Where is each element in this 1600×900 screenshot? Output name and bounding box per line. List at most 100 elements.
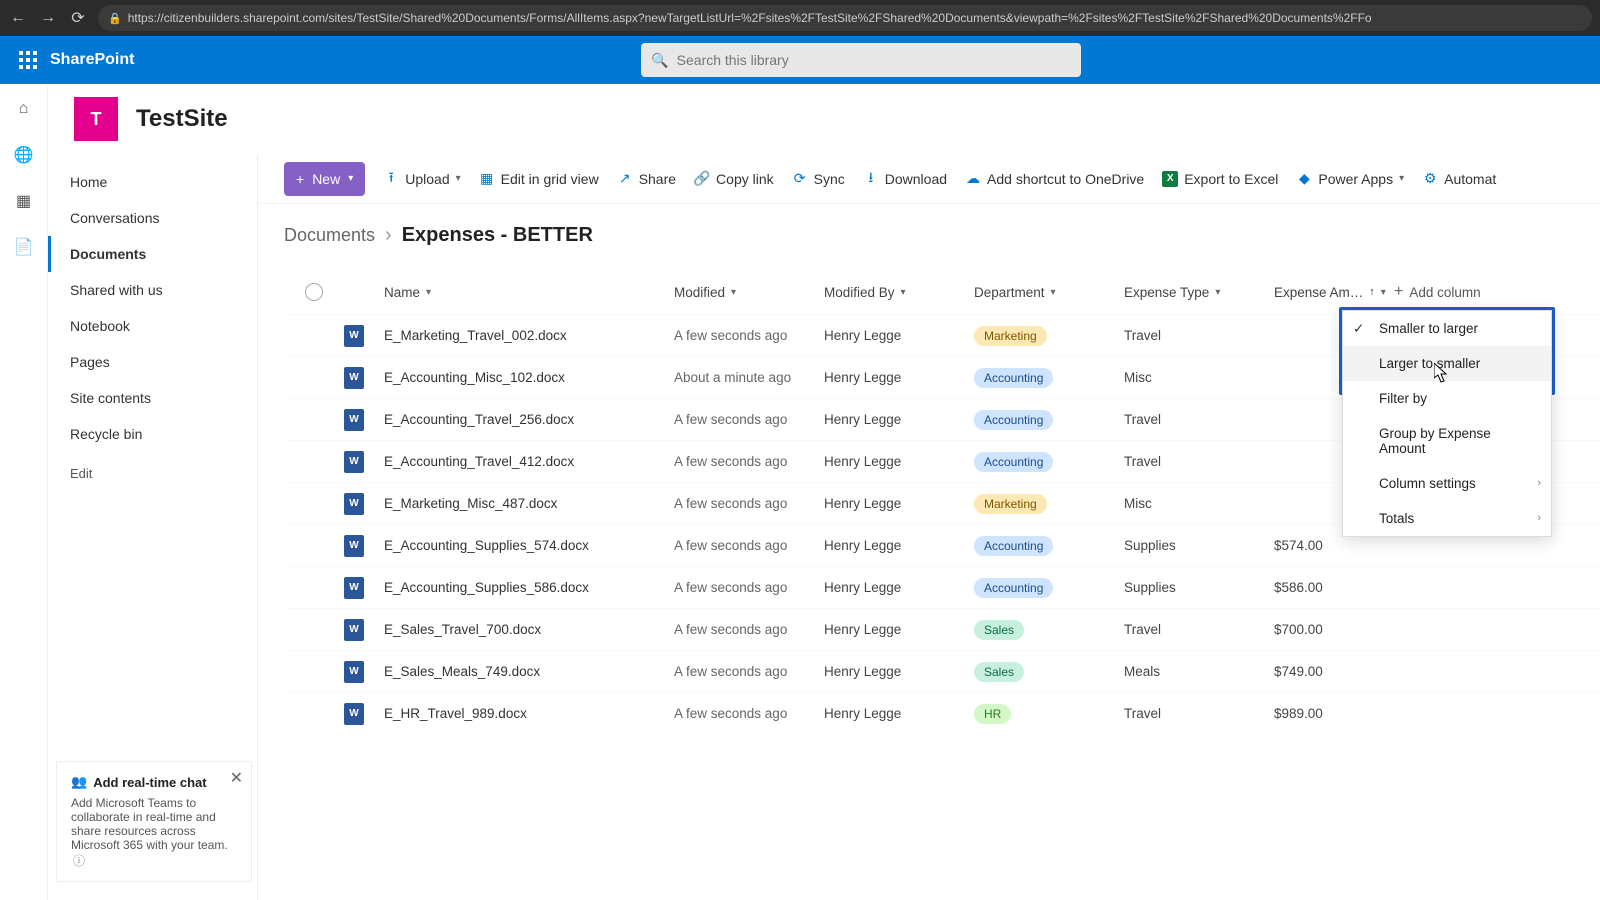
col-modifiedby-header[interactable]: Modified By▾ — [824, 285, 974, 300]
col-department-header[interactable]: Department▾ — [974, 285, 1124, 300]
cell-name[interactable]: E_Sales_Meals_749.docx — [384, 664, 674, 679]
globe-rail-icon[interactable]: 🌐 — [13, 144, 35, 166]
nav-notebook[interactable]: Notebook — [48, 308, 257, 344]
menu-sort-asc[interactable]: ✓ Smaller to larger — [1343, 311, 1551, 346]
address-bar[interactable]: 🔒 https://citizenbuilders.sharepoint.com… — [98, 5, 1592, 31]
cell-department: Sales — [974, 620, 1124, 640]
menu-column-settings[interactable]: Column settings › — [1343, 466, 1551, 501]
add-column-button[interactable]: +Add column — [1394, 283, 1514, 301]
news-rail-icon[interactable]: ▦ — [13, 190, 35, 212]
new-button[interactable]: + New ▾ — [284, 162, 365, 196]
site-title[interactable]: TestSite — [136, 105, 228, 133]
menu-group-by[interactable]: Group by Expense Amount — [1343, 416, 1551, 466]
nav-site-contents[interactable]: Site contents — [48, 380, 257, 416]
cell-expense-type: Supplies — [1124, 580, 1274, 595]
table-row[interactable]: E_Accounting_Supplies_586.docxA few seco… — [284, 566, 1600, 608]
col-expense-amount-header[interactable]: Expense Am…↑▾ — [1274, 285, 1394, 300]
cell-department: Accounting — [974, 578, 1124, 598]
chevron-down-icon: ▾ — [731, 287, 736, 298]
info-icon[interactable]: ⓘ — [73, 854, 85, 868]
promo-title: Add real-time chat — [93, 775, 206, 790]
url-text: https://citizenbuilders.sharepoint.com/s… — [128, 11, 1372, 25]
nav-pages[interactable]: Pages — [48, 344, 257, 380]
menu-group-label: Group by Expense Amount — [1379, 426, 1491, 456]
reload-button[interactable]: ⟳ — [68, 8, 88, 28]
copy-link-button[interactable]: 🔗Copy link — [694, 171, 774, 187]
menu-totals[interactable]: Totals › — [1343, 501, 1551, 536]
cell-modified-by[interactable]: Henry Legge — [824, 328, 974, 343]
cell-modified: A few seconds ago — [674, 454, 824, 469]
cell-name[interactable]: E_Accounting_Supplies_574.docx — [384, 538, 674, 553]
cell-expense-amount: $700.00 — [1274, 622, 1394, 637]
link-icon: 🔗 — [694, 171, 710, 187]
nav-recycle-bin[interactable]: Recycle bin — [48, 416, 257, 452]
nav-home[interactable]: Home — [48, 164, 257, 200]
home-rail-icon[interactable]: ⌂ — [13, 98, 35, 120]
upload-button[interactable]: ⭱Upload▾ — [383, 171, 460, 187]
teams-icon: 👥 — [71, 774, 87, 790]
col-name-header[interactable]: Name▾ — [384, 285, 674, 300]
back-button[interactable]: ← — [8, 8, 28, 28]
cell-name[interactable]: E_Accounting_Travel_412.docx — [384, 454, 674, 469]
forward-button[interactable]: → — [38, 8, 58, 28]
breadcrumb-root[interactable]: Documents — [284, 225, 375, 246]
cell-modified-by[interactable]: Henry Legge — [824, 454, 974, 469]
download-button[interactable]: ⭳Download — [863, 171, 947, 187]
nav-conversations[interactable]: Conversations — [48, 200, 257, 236]
nav-documents[interactable]: Documents — [48, 236, 257, 272]
sync-button[interactable]: ⟳Sync — [792, 171, 845, 187]
cell-modified: A few seconds ago — [674, 496, 824, 511]
chevron-down-icon: ▾ — [1399, 173, 1404, 184]
cell-modified-by[interactable]: Henry Legge — [824, 538, 974, 553]
cell-modified-by[interactable]: Henry Legge — [824, 496, 974, 511]
brand-label[interactable]: SharePoint — [50, 51, 134, 69]
search-box[interactable]: 🔍 — [641, 43, 1081, 77]
chevron-right-icon: › — [385, 224, 392, 247]
cell-expense-type: Travel — [1124, 622, 1274, 637]
menu-sort-desc[interactable]: Larger to smaller — [1343, 346, 1551, 381]
cell-name[interactable]: E_Sales_Travel_700.docx — [384, 622, 674, 637]
upload-label: Upload — [405, 171, 449, 187]
table-row[interactable]: E_HR_Travel_989.docxA few seconds agoHen… — [284, 692, 1600, 734]
search-input[interactable] — [677, 52, 1072, 68]
files-rail-icon[interactable]: 📄 — [13, 236, 35, 258]
app-launcher-icon[interactable] — [12, 44, 44, 76]
power-apps-button[interactable]: ◆Power Apps▾ — [1296, 171, 1404, 187]
select-all-checkbox[interactable] — [305, 283, 323, 301]
cell-expense-type: Misc — [1124, 370, 1274, 385]
cell-name[interactable]: E_Accounting_Supplies_586.docx — [384, 580, 674, 595]
col-modified-header[interactable]: Modified▾ — [674, 285, 824, 300]
table-row[interactable]: E_Sales_Meals_749.docxA few seconds agoH… — [284, 650, 1600, 692]
nav-edit[interactable]: Edit — [48, 452, 257, 495]
nav-shared[interactable]: Shared with us — [48, 272, 257, 308]
cell-modified-by[interactable]: Henry Legge — [824, 412, 974, 427]
cell-modified-by[interactable]: Henry Legge — [824, 706, 974, 721]
cell-name[interactable]: E_Marketing_Misc_487.docx — [384, 496, 674, 511]
menu-filter-by[interactable]: Filter by — [1343, 381, 1551, 416]
table-row[interactable]: E_Sales_Travel_700.docxA few seconds ago… — [284, 608, 1600, 650]
cell-modified-by[interactable]: Henry Legge — [824, 664, 974, 679]
share-button[interactable]: ↗Share — [617, 171, 676, 187]
cell-department: Marketing — [974, 326, 1124, 346]
word-doc-icon — [344, 451, 364, 473]
cell-modified-by[interactable]: Henry Legge — [824, 622, 974, 637]
cell-modified-by[interactable]: Henry Legge — [824, 580, 974, 595]
site-logo[interactable]: T — [74, 97, 118, 141]
shortcut-button[interactable]: ☁Add shortcut to OneDrive — [965, 171, 1144, 187]
cell-name[interactable]: E_Accounting_Misc_102.docx — [384, 370, 674, 385]
col-expense-type-header[interactable]: Expense Type▾ — [1124, 285, 1274, 300]
edit-grid-button[interactable]: ▦Edit in grid view — [479, 171, 599, 187]
cell-modified-by[interactable]: Henry Legge — [824, 370, 974, 385]
word-doc-icon — [344, 577, 364, 599]
cell-name[interactable]: E_Marketing_Travel_002.docx — [384, 328, 674, 343]
menu-sort-desc-label: Larger to smaller — [1379, 356, 1480, 371]
suite-bar: SharePoint 🔍 — [0, 36, 1600, 84]
cell-name[interactable]: E_Accounting_Travel_256.docx — [384, 412, 674, 427]
promo-close-icon[interactable]: ✕ — [230, 768, 243, 788]
cell-name[interactable]: E_HR_Travel_989.docx — [384, 706, 674, 721]
export-excel-button[interactable]: XExport to Excel — [1162, 171, 1278, 187]
automate-button[interactable]: ⚙Automat — [1422, 171, 1496, 187]
download-label: Download — [885, 171, 947, 187]
cell-expense-type: Misc — [1124, 496, 1274, 511]
cell-expense-type: Travel — [1124, 412, 1274, 427]
